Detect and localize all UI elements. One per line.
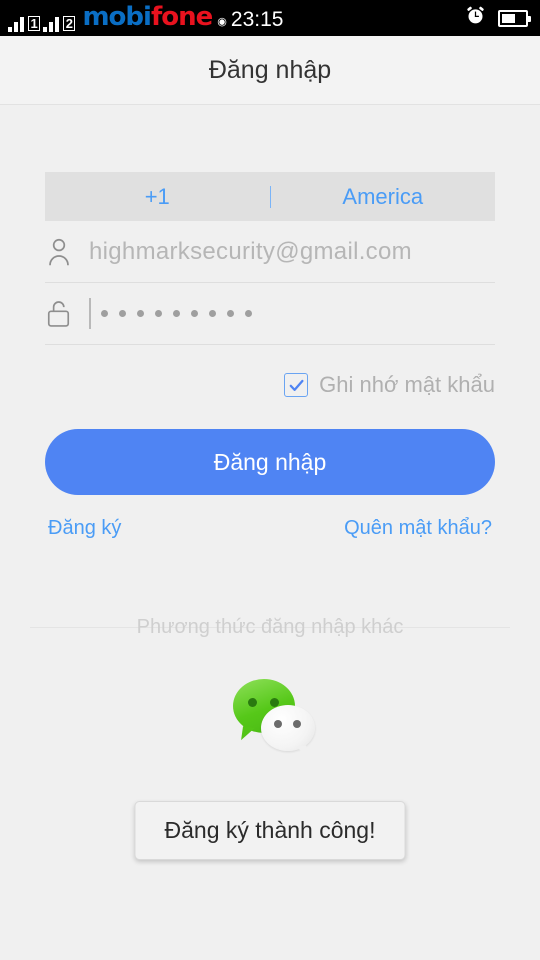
status-bar-left: 1 2 mobifone ◉ 23:15 <box>8 4 465 32</box>
forgot-password-link[interactable]: Quên mật khẩu? <box>344 517 492 540</box>
wechat-icon[interactable] <box>225 679 315 755</box>
page-header: Đăng nhập <box>0 36 540 105</box>
page-title: Đăng nhập <box>208 55 332 84</box>
sim1-indicator: 1 <box>28 16 41 31</box>
country-selector[interactable]: +1 America <box>45 172 495 221</box>
wechat-green-eye-left <box>248 698 257 707</box>
register-link[interactable]: Đăng ký <box>48 517 121 540</box>
remember-password-checkbox[interactable] <box>284 373 309 397</box>
password-input[interactable] <box>89 297 252 331</box>
alt-login-divider: Phương thức đăng nhập khác <box>30 615 510 639</box>
alarm-clock-icon <box>465 5 486 31</box>
checkmark-icon <box>289 379 304 391</box>
wechat-white-eye-left <box>274 720 282 728</box>
status-bar-right <box>465 5 531 31</box>
battery-icon <box>498 9 531 27</box>
toast-text: Đăng ký thành công! <box>164 817 376 843</box>
carrier-name-part1: mobi <box>82 2 151 32</box>
carrier-logo: mobifone <box>82 2 213 32</box>
remember-password-row[interactable]: Ghi nhớ mật khẩu <box>45 372 495 398</box>
person-icon <box>45 237 89 267</box>
sim2-indicator: 2 <box>63 16 76 31</box>
password-dots <box>100 310 252 317</box>
login-button[interactable]: Đăng nhập <box>45 429 495 495</box>
email-input[interactable]: highmarksecurity@gmail.com <box>89 238 412 266</box>
wechat-white-bubble <box>261 705 315 751</box>
signal-bars-sim1-icon <box>8 12 24 32</box>
alt-login-label: Phương thức đăng nhập khác <box>136 615 404 638</box>
alt-login-methods <box>45 679 495 755</box>
status-bar-clock: 23:15 <box>230 8 284 31</box>
login-form: +1 America highmarksecurity@gmail.com Gh… <box>0 172 540 755</box>
signal-bars-sim2-icon <box>43 12 60 32</box>
unlocked-padlock-icon <box>45 298 89 329</box>
auth-links: Đăng ký Quên mật khẩu? <box>45 517 495 540</box>
country-code[interactable]: +1 <box>45 184 270 210</box>
password-field-row[interactable] <box>45 283 495 345</box>
wifi-icon: ◉ <box>217 16 227 28</box>
toast-message: Đăng ký thành công! <box>134 801 406 860</box>
email-field-row[interactable]: highmarksecurity@gmail.com <box>45 221 495 283</box>
status-bar: 1 2 mobifone ◉ 23:15 <box>0 0 540 36</box>
country-name[interactable]: America <box>271 184 496 210</box>
wechat-white-eye-right <box>293 720 301 728</box>
text-caret <box>89 298 91 329</box>
remember-password-label: Ghi nhớ mật khẩu <box>319 372 495 397</box>
carrier-name-part2: fone <box>150 2 213 32</box>
battery-level-fill <box>502 13 515 23</box>
